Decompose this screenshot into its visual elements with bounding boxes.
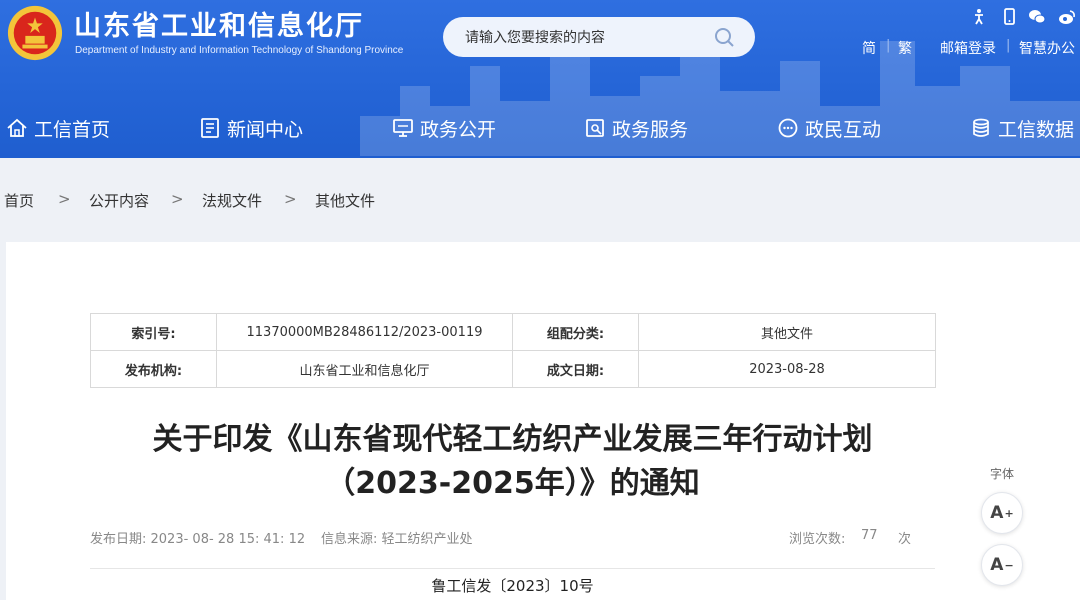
breadcrumb-separator: >: [171, 190, 184, 208]
service-icon: [586, 119, 604, 137]
main-nav: 工信首页 新闻中心 政务公开 政务服务 政民互动 工信数据: [0, 108, 1080, 148]
mail-login-link[interactable]: 邮箱登录: [940, 38, 996, 58]
home-icon: [7, 118, 27, 137]
nav-item-data[interactable]: 工信数据: [970, 108, 1074, 148]
metadata-table: 索引号: 11370000MB28486112/2023-00119 组配分类:…: [90, 313, 936, 388]
publisher-value: 山东省工业和信息化厅: [216, 350, 513, 388]
font-decrease-button[interactable]: A −: [981, 544, 1023, 586]
traditional-chinese-link[interactable]: 繁: [898, 38, 912, 58]
breadcrumb-public-content[interactable]: 公开内容: [89, 190, 149, 211]
breadcrumb-home[interactable]: 首页: [4, 190, 34, 211]
mobile-icon[interactable]: [1000, 8, 1018, 26]
plus-icon: +: [1004, 506, 1014, 520]
search-icon[interactable]: [713, 26, 735, 48]
date-value: 2023-08-28: [638, 350, 936, 388]
nav-label: 政民互动: [805, 118, 882, 141]
chat-icon: [778, 118, 798, 138]
nav-label: 政务公开: [420, 118, 497, 141]
article-title-line: （2023-2025年）》的通知: [325, 466, 700, 501]
nav-item-news[interactable]: 新闻中心: [199, 108, 303, 148]
publish-date: 发布日期: 2023- 08- 28 15: 41: 12: [90, 532, 306, 547]
article-card: 索引号: 11370000MB28486112/2023-00119 组配分类:…: [6, 242, 1080, 600]
divider: |: [886, 38, 891, 53]
index-label: 索引号:: [90, 313, 217, 351]
search-input[interactable]: [463, 25, 707, 51]
minus-icon: −: [1004, 558, 1014, 572]
accessibility-icon[interactable]: [970, 8, 988, 26]
nav-label: 工信首页: [34, 118, 111, 141]
font-decrease-letter: A: [990, 555, 1004, 575]
publisher-label: 发布机构:: [90, 350, 217, 388]
nav-item-home[interactable]: 工信首页: [6, 108, 110, 148]
weibo-icon[interactable]: [1058, 8, 1076, 26]
table-row: 发布机构: 山东省工业和信息化厅 成文日期: 2023-08-28: [90, 350, 936, 388]
article-title: 关于印发《山东省现代轻工纺织产业发展三年行动计划 （2023-2025年）》的通…: [90, 418, 935, 506]
views-count: 77: [861, 528, 878, 543]
font-increase-button[interactable]: A +: [981, 492, 1023, 534]
document-number: 鲁工信发〔2023〕10号: [90, 568, 935, 596]
font-size-label: 字体: [990, 467, 1015, 481]
monitor-icon: [393, 119, 413, 137]
breadcrumb-regulations[interactable]: 法规文件: [202, 190, 262, 211]
breadcrumb-other-files[interactable]: 其他文件: [315, 190, 375, 211]
news-icon: [201, 118, 219, 138]
database-icon: [973, 118, 989, 137]
site-header: 山东省工业和信息化厅 Department of Industry and In…: [0, 0, 1080, 158]
nav-label: 工信数据: [998, 118, 1075, 141]
date-label: 成文日期:: [512, 350, 639, 388]
divider: |: [1006, 38, 1011, 53]
article-title-line: 关于印发《山东省现代轻工纺织产业发展三年行动计划: [152, 422, 873, 457]
table-row: 索引号: 11370000MB28486112/2023-00119 组配分类:…: [90, 313, 936, 351]
nav-item-gov-affairs-open[interactable]: 政务公开: [392, 108, 496, 148]
category-value: 其他文件: [638, 313, 936, 351]
breadcrumb-separator: >: [284, 190, 297, 208]
info-source: 信息来源: 轻工纺织产业处: [321, 532, 473, 547]
site-title: 山东省工业和信息化厅: [74, 11, 364, 42]
breadcrumb-separator: >: [58, 190, 71, 208]
nav-label: 新闻中心: [227, 118, 304, 141]
nav-label: 政务服务: [612, 118, 689, 141]
views-unit: 次: [898, 532, 912, 547]
site-title-english: Department of Industry and Information T…: [75, 45, 404, 56]
simplified-chinese-link[interactable]: 简: [862, 38, 876, 58]
smart-office-link[interactable]: 智慧办公: [1019, 38, 1075, 58]
nav-item-interaction[interactable]: 政民互动: [777, 108, 881, 148]
wechat-icon[interactable]: [1028, 8, 1046, 26]
category-label: 组配分类:: [512, 313, 639, 351]
nav-item-gov-services[interactable]: 政务服务: [584, 108, 688, 148]
top-icon-bar: [968, 8, 1080, 28]
national-emblem-icon: [7, 5, 63, 61]
views-label: 浏览次数:: [789, 532, 846, 547]
index-value: 11370000MB28486112/2023-00119: [216, 313, 513, 351]
font-increase-letter: A: [990, 503, 1004, 523]
search-box: [443, 17, 755, 57]
